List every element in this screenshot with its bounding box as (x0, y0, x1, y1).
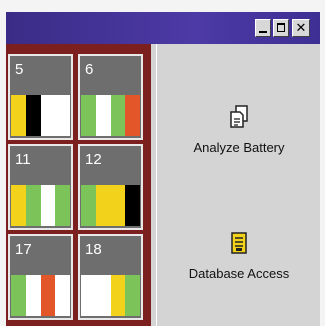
battery-slot-2 (95, 95, 111, 136)
cell-number: 17 (15, 241, 32, 258)
battery-slot-3 (40, 95, 56, 136)
minimize-button[interactable] (255, 19, 271, 37)
battery-cell-17[interactable]: 17 (8, 234, 73, 320)
cell-number: 11 (15, 151, 31, 168)
title-bar[interactable]: ✕ (6, 12, 320, 44)
cell-slots (11, 95, 70, 136)
actions-sidebar: Analyze Battery Database Access (156, 44, 320, 326)
battery-slot-4 (125, 275, 140, 316)
maximize-icon (277, 23, 285, 32)
database-icon (231, 232, 247, 254)
battery-slot-1 (81, 275, 96, 316)
analyze-battery-button[interactable]: Analyze Battery (157, 104, 320, 155)
battery-cell-6[interactable]: 6 (78, 54, 143, 140)
cell-slots (81, 95, 140, 136)
cell-slots (81, 275, 140, 316)
battery-slot-3 (40, 185, 56, 226)
battery-slot-2 (95, 185, 111, 226)
cell-number: 5 (15, 61, 24, 78)
maximize-button[interactable] (273, 19, 289, 37)
battery-slot-2 (25, 185, 41, 226)
cell-slots (11, 275, 70, 316)
cell-number: 12 (85, 151, 102, 168)
battery-slot-3 (110, 275, 126, 316)
analyze-battery-label: Analyze Battery (193, 140, 285, 155)
analyze-battery-icon (230, 105, 248, 128)
cell-number: 18 (85, 241, 102, 258)
battery-slot-1 (81, 185, 96, 226)
battery-slot-4 (55, 185, 70, 226)
battery-grid-panel: 5 6 11 12 17 18 (6, 44, 151, 326)
battery-slot-4 (55, 275, 70, 316)
app-window: ✕ 5 6 11 12 17 18 Analyze Battery Databa… (6, 12, 320, 326)
battery-cell-18[interactable]: 18 (78, 234, 143, 320)
close-icon: ✕ (295, 20, 307, 35)
battery-slot-3 (40, 275, 56, 316)
minimize-icon (259, 31, 267, 33)
battery-slot-3 (110, 185, 126, 226)
battery-slot-2 (25, 95, 41, 136)
battery-slot-1 (11, 95, 26, 136)
battery-slot-1 (11, 275, 26, 316)
database-access-button[interactable]: Database Access (157, 230, 320, 281)
battery-slot-4 (55, 95, 70, 136)
battery-slot-1 (11, 185, 26, 226)
battery-slot-2 (25, 275, 41, 316)
battery-cell-11[interactable]: 11 (8, 144, 73, 230)
close-button[interactable]: ✕ (292, 19, 310, 37)
battery-slot-4 (125, 95, 140, 136)
battery-slot-3 (110, 95, 126, 136)
database-access-label: Database Access (188, 266, 290, 281)
battery-cell-12[interactable]: 12 (78, 144, 143, 230)
cell-slots (11, 185, 70, 226)
cell-number: 6 (85, 61, 94, 78)
battery-cell-5[interactable]: 5 (8, 54, 73, 140)
battery-slot-4 (125, 185, 140, 226)
battery-slot-2 (95, 275, 111, 316)
cell-slots (81, 185, 140, 226)
battery-slot-1 (81, 95, 96, 136)
